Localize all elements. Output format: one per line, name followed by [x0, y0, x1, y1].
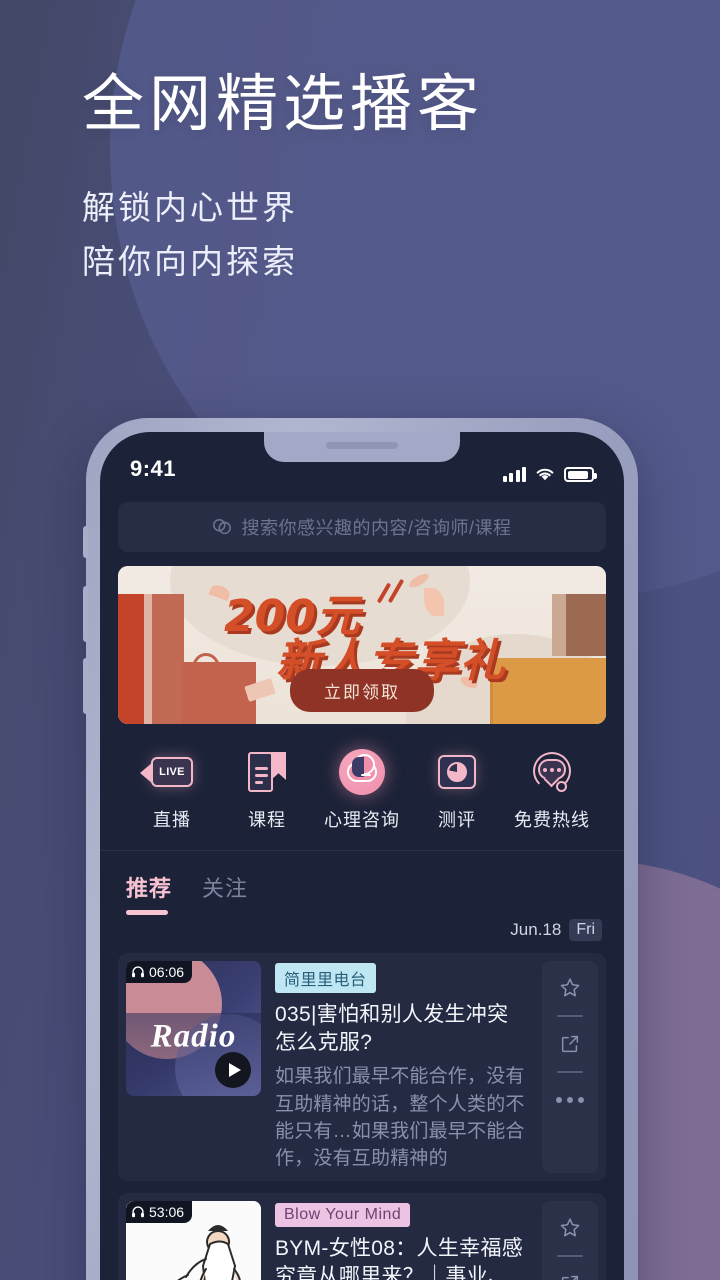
notch-speaker	[326, 442, 398, 449]
duration-label: 06:06	[149, 964, 185, 980]
hero-subtitle-line-2: 陪你向内探索	[82, 242, 298, 280]
feed-card[interactable]: 53:06 Blow Your Mind BYM-女性08：人生幸福感究竟从哪里…	[118, 1192, 606, 1280]
battery-icon	[564, 467, 597, 482]
card-tag[interactable]: Blow Your Mind	[275, 1202, 411, 1227]
wifi-icon	[536, 468, 554, 481]
status-time: 9:41	[130, 456, 177, 481]
card-description: 如果我们最早不能合作，没有互助精神的话，整个人类的不能只有…如果我们最早不能合作…	[275, 1066, 525, 1170]
live-badge-label: LIVE	[159, 766, 185, 778]
card-body: Blow Your Mind BYM-女性08：人生幸福感究竟从哪里来？｜事业、…	[275, 1201, 528, 1280]
book-bookmark-icon	[248, 750, 286, 794]
quick-nav-item-consulting[interactable]: 心理咨询	[316, 749, 408, 832]
thumbnail-wordmark: Radio	[150, 1018, 237, 1055]
quick-nav-item-live[interactable]: LIVE 直播	[126, 750, 218, 832]
quick-nav-item-assessment[interactable]: 测评	[411, 750, 503, 832]
star-outline-icon[interactable]	[558, 1215, 582, 1241]
pie-chart-icon	[438, 750, 476, 794]
quick-nav-label: 课程	[248, 810, 286, 830]
card-thumbnail[interactable]: Radio 06:06	[126, 961, 261, 1096]
quick-nav-label: 心理咨询	[324, 810, 400, 830]
play-icon[interactable]	[215, 1052, 251, 1088]
star-outline-icon[interactable]	[558, 975, 582, 1001]
page-title: 全网精选播客	[82, 70, 485, 139]
quick-nav: LIVE 直播 课程 心理咨询 测评 免费热线	[100, 724, 624, 850]
card-tag[interactable]: 简里里电台	[275, 963, 376, 993]
phone-volume-up-button[interactable]	[83, 586, 88, 642]
feed-card[interactable]: Radio 06:06 简里里电台 035|害怕和别人发生冲突怎么克服? 如果我…	[118, 953, 606, 1181]
banner-right-bar-2	[552, 594, 566, 656]
quick-nav-label: 免费热线	[514, 810, 590, 830]
tab-following[interactable]: 关注	[202, 871, 248, 915]
feed-tabs: 推荐 关注	[100, 851, 624, 915]
live-camera-icon: LIVE	[140, 750, 193, 794]
phone-volume-down-button[interactable]	[83, 658, 88, 714]
quick-nav-item-courses[interactable]: 课程	[221, 750, 313, 832]
banner-right-box-edge	[490, 658, 606, 724]
card-body: 简里里电台 035|害怕和别人发生冲突怎么克服? 如果我们最早不能合作，没有互助…	[275, 961, 528, 1173]
card-actions	[542, 1200, 598, 1280]
share-external-icon[interactable]	[559, 1271, 581, 1280]
card-actions	[542, 961, 598, 1173]
banner-right-bar-1	[566, 594, 606, 656]
quick-nav-item-hotline[interactable]: 免费热线	[506, 750, 598, 832]
headphones-icon	[132, 1206, 144, 1217]
status-icons	[502, 467, 597, 482]
hero-subtitle: 解锁内心世界 陪你向内探索	[82, 181, 682, 288]
promo-banner[interactable]: 200元 新人专享礼 立即领取	[118, 566, 606, 724]
feed-weekday: Fri	[569, 919, 602, 941]
share-external-icon[interactable]	[559, 1031, 581, 1057]
quick-nav-label: 直播	[153, 810, 191, 830]
banner-left-bar-2	[144, 594, 152, 724]
phone-mockup: 9:41 搜索你感兴趣的内容/咨询师/课程 200元 新人专享礼 立即领取 LI…	[83, 418, 638, 1280]
card-thumbnail[interactable]: 53:06	[126, 1200, 261, 1280]
phone-mute-button[interactable]	[83, 526, 88, 558]
card-title: 035|害怕和别人发生冲突怎么克服?	[275, 1003, 509, 1055]
duration-label: 53:06	[149, 1203, 185, 1220]
tab-recommended[interactable]: 推荐	[126, 871, 172, 915]
hero-subtitle-line-1: 解锁内心世界	[82, 189, 298, 227]
search-placeholder: 搜索你感兴趣的内容/咨询师/课程	[241, 518, 512, 538]
banner-left-bar-3	[152, 594, 184, 724]
headset-chat-icon	[531, 750, 573, 794]
quick-nav-label: 测评	[438, 810, 476, 830]
action-separator	[557, 1015, 583, 1017]
search-input[interactable]: 搜索你感兴趣的内容/咨询师/课程	[118, 502, 606, 552]
date-bar: Jun.18 Fri	[100, 915, 624, 949]
banner-gift-bag-icon	[182, 653, 256, 724]
card-title: BYM-女性08：人生幸福感究竟从哪里来？｜事业、家庭、亲密感	[275, 1236, 524, 1280]
banner-cta-button[interactable]: 立即领取	[290, 669, 434, 712]
more-dots-icon[interactable]	[556, 1087, 584, 1113]
headphones-icon	[132, 966, 144, 978]
phone-screen: 9:41 搜索你感兴趣的内容/咨询师/课程 200元 新人专享礼 立即领取 LI…	[100, 432, 624, 1280]
banner-left-bar-1	[118, 594, 144, 724]
duration-badge: 06:06	[126, 961, 193, 983]
duration-badge: 53:06	[126, 1200, 193, 1223]
cellular-signal-icon	[502, 467, 526, 482]
action-separator	[557, 1071, 583, 1073]
hero-copy: 全网精选播客 解锁内心世界 陪你向内探索	[82, 70, 682, 288]
feed-date: Jun.18	[510, 920, 562, 939]
phone-notch	[264, 432, 460, 462]
action-separator	[557, 1254, 583, 1257]
consult-cloud-icon	[339, 749, 385, 795]
search-logo-icon	[213, 518, 232, 535]
